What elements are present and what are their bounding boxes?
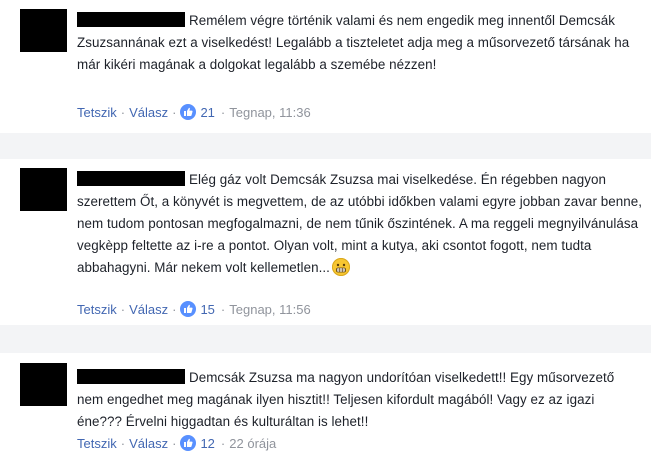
like-button[interactable]: Tetszik bbox=[77, 436, 117, 451]
like-count[interactable]: 12 bbox=[200, 436, 214, 451]
comment-item: Elég gáz volt Demcsák Zsuzsa mai viselke… bbox=[0, 159, 651, 325]
grimacing-face-icon bbox=[331, 258, 350, 276]
like-button[interactable]: Tetszik bbox=[77, 105, 117, 120]
like-button[interactable]: Tetszik bbox=[77, 302, 117, 317]
thumbs-up-icon[interactable] bbox=[180, 301, 197, 317]
comment-body: Demcsák Zsuzsa ma nagyon undorítóan vise… bbox=[77, 367, 643, 433]
comment-separator bbox=[0, 325, 651, 353]
redacted-author-name[interactable] bbox=[77, 171, 185, 186]
comment-actions: Tetszik · Válasz · 12 · 22 órája bbox=[77, 435, 277, 451]
comment-item: Demcsák Zsuzsa ma nagyon undorítóan vise… bbox=[0, 353, 651, 473]
thumbs-up-icon[interactable] bbox=[180, 435, 197, 451]
timestamp[interactable]: Tegnap, 11:56 bbox=[229, 302, 310, 317]
like-count[interactable]: 15 bbox=[200, 302, 214, 317]
like-count[interactable]: 21 bbox=[200, 105, 214, 120]
redacted-author-name[interactable] bbox=[77, 12, 185, 27]
thumbs-up-icon[interactable] bbox=[180, 104, 197, 120]
avatar[interactable] bbox=[20, 9, 67, 52]
reply-button[interactable]: Válasz bbox=[129, 302, 168, 317]
comment-actions: Tetszik · Válasz · 15 · Tegnap, 11:56 bbox=[77, 301, 311, 317]
reply-button[interactable]: Válasz bbox=[129, 105, 168, 120]
reply-button[interactable]: Válasz bbox=[129, 436, 168, 451]
comment-actions: Tetszik · Válasz · 21 · Tegnap, 11:36 bbox=[77, 104, 311, 120]
timestamp[interactable]: 22 órája bbox=[229, 436, 276, 451]
comment-body: Elég gáz volt Demcsák Zsuzsa mai viselke… bbox=[77, 169, 643, 279]
comment-item: Remélem végre történik valami és nem eng… bbox=[0, 0, 651, 133]
redacted-author-name[interactable] bbox=[77, 369, 185, 384]
timestamp[interactable]: Tegnap, 11:36 bbox=[229, 105, 310, 120]
comment-separator bbox=[0, 133, 651, 159]
avatar[interactable] bbox=[20, 168, 67, 211]
avatar[interactable] bbox=[20, 363, 67, 406]
comment-body: Remélem végre történik valami és nem eng… bbox=[77, 10, 643, 76]
comment-text: Elég gáz volt Demcsák Zsuzsa mai viselke… bbox=[77, 172, 643, 275]
